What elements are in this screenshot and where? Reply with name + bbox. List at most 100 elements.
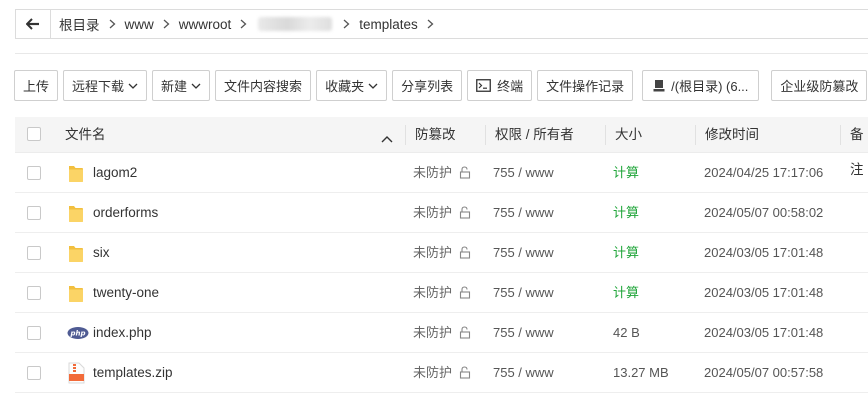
toolbar: 上传 远程下载 新建 文件内容搜索 收藏夹 分享列表 终端 文件操作记录 /(根…	[14, 70, 868, 101]
unlock-icon[interactable]	[459, 286, 471, 302]
row-checkbox[interactable]	[27, 286, 41, 300]
table-header: 文件名 防篡改 权限 / 所有者 大小 修改时间 备注	[15, 117, 868, 177]
upload-button[interactable]: 上传	[14, 70, 59, 101]
calculate-size-link[interactable]: 计算	[613, 153, 639, 193]
table-row[interactable]: php index.php 未防护 755 / www 42 B 2024/03/05 1…	[15, 313, 868, 353]
crumb-templates[interactable]: templates	[359, 17, 418, 32]
folder-icon	[67, 163, 85, 186]
favorites-button[interactable]: 收藏夹	[316, 70, 388, 101]
header-note[interactable]: 备注	[850, 117, 868, 177]
permission-owner[interactable]: 755 / www	[493, 313, 554, 353]
unlock-icon[interactable]	[459, 206, 471, 222]
modified-time: 2024/03/05 17:01:48	[704, 245, 824, 260]
chevron-right-icon	[109, 19, 116, 29]
folder-icon	[67, 283, 85, 306]
terminal-button[interactable]: 终端	[467, 70, 533, 101]
php-file-icon: php	[67, 326, 89, 343]
row-checkbox[interactable]	[27, 206, 41, 220]
crumb-redacted[interactable]	[258, 17, 333, 31]
path-bar: 根目录 www wwwroot templates	[15, 9, 868, 39]
arrow-left-icon	[26, 18, 39, 30]
modified-time: 2024/05/07 00:57:58	[704, 365, 824, 380]
chevron-down-icon	[128, 83, 138, 89]
unlock-icon[interactable]	[459, 366, 471, 382]
calculate-size-link[interactable]: 计算	[613, 273, 639, 313]
tamper-status: 未防护	[413, 245, 453, 260]
back-button[interactable]	[16, 10, 51, 38]
row-checkbox[interactable]	[27, 166, 41, 180]
breadcrumb: 根目录 www wwwroot templates	[51, 14, 443, 34]
column-divider	[840, 125, 841, 145]
file-name[interactable]: six	[93, 233, 110, 273]
column-divider	[405, 125, 406, 145]
row-checkbox[interactable]	[27, 326, 41, 340]
modified-time: 2024/05/07 00:58:02	[704, 205, 824, 220]
folder-icon	[67, 243, 85, 266]
share-list-button[interactable]: 分享列表	[392, 70, 463, 101]
file-size: 42 B	[613, 325, 640, 340]
calculate-size-link[interactable]: 计算	[613, 233, 639, 273]
permission-owner[interactable]: 755 / www	[493, 273, 554, 313]
crumb-root[interactable]: 根目录	[59, 14, 100, 34]
terminal-icon	[476, 79, 491, 92]
chevron-right-icon	[427, 19, 434, 29]
crumb-www[interactable]: www	[125, 17, 154, 32]
table-row[interactable]: orderforms 未防护 755 / www 计算 2024/05/07 00:58…	[15, 193, 868, 233]
column-divider	[695, 125, 696, 145]
column-divider	[485, 125, 486, 145]
file-size: 13.27 MB	[613, 365, 669, 380]
header-tamper[interactable]: 防篡改	[415, 117, 456, 152]
new-button[interactable]: 新建	[152, 70, 211, 101]
header-modified-time[interactable]: 修改时间	[705, 117, 759, 152]
divider	[15, 53, 868, 54]
tamper-status: 未防护	[413, 285, 453, 300]
permission-owner[interactable]: 755 / www	[493, 233, 554, 273]
tamper-status: 未防护	[413, 205, 453, 220]
chevron-right-icon	[240, 19, 247, 29]
disk-icon	[653, 79, 665, 92]
disk-button[interactable]: /(根目录) (6...	[642, 70, 760, 101]
permission-owner[interactable]: 755 / www	[493, 153, 554, 193]
header-permission-owner[interactable]: 权限 / 所有者	[495, 117, 574, 152]
tamper-status: 未防护	[413, 325, 453, 340]
column-divider	[605, 125, 606, 145]
unlock-icon[interactable]	[459, 246, 471, 262]
modified-time: 2024/03/05 17:01:48	[704, 285, 824, 300]
zip-file-icon	[67, 362, 85, 387]
permission-owner[interactable]: 755 / www	[493, 353, 554, 393]
remote-download-button[interactable]: 远程下载	[63, 70, 148, 101]
tamper-status: 未防护	[413, 165, 453, 180]
unlock-icon[interactable]	[459, 166, 471, 182]
file-name[interactable]: orderforms	[93, 193, 158, 233]
modified-time: 2024/04/25 17:17:06	[704, 165, 824, 180]
content-search-button[interactable]: 文件内容搜索	[215, 70, 312, 101]
chevron-right-icon	[343, 19, 350, 29]
header-filename[interactable]: 文件名	[65, 117, 106, 152]
file-name[interactable]: lagom2	[93, 153, 137, 193]
table-row[interactable]: templates.zip 未防护 755 / www 13.27 MB 2024/05…	[15, 353, 868, 393]
modified-time: 2024/03/05 17:01:48	[704, 325, 824, 340]
chevron-down-icon	[368, 83, 378, 89]
file-name[interactable]: twenty-one	[93, 273, 159, 313]
file-name[interactable]: index.php	[93, 313, 152, 353]
row-checkbox[interactable]	[27, 366, 41, 380]
select-all-checkbox[interactable]	[27, 127, 41, 141]
chevron-up-icon[interactable]	[381, 131, 393, 146]
svg-text:php: php	[69, 330, 85, 338]
table-row[interactable]: lagom2 未防护 755 / www 计算 2024/04/25 17:17:06	[15, 153, 868, 193]
row-checkbox[interactable]	[27, 246, 41, 260]
calculate-size-link[interactable]: 计算	[613, 193, 639, 233]
folder-icon	[67, 203, 85, 226]
tamper-status: 未防护	[413, 365, 453, 380]
enterprise-tamper-protection-button[interactable]: 企业级防篡改	[771, 70, 868, 101]
table-row[interactable]: six 未防护 755 / www 计算 2024/03/05 17:01:48	[15, 233, 868, 273]
file-operation-log-button[interactable]: 文件操作记录	[537, 70, 634, 101]
unlock-icon[interactable]	[459, 326, 471, 342]
crumb-wwwroot[interactable]: wwwroot	[179, 17, 232, 32]
chevron-down-icon	[191, 83, 201, 89]
chevron-right-icon	[163, 19, 170, 29]
permission-owner[interactable]: 755 / www	[493, 193, 554, 233]
table-row[interactable]: twenty-one 未防护 755 / www 计算 2024/03/05 17:01…	[15, 273, 868, 313]
header-size[interactable]: 大小	[615, 117, 642, 152]
file-name[interactable]: templates.zip	[93, 353, 173, 393]
